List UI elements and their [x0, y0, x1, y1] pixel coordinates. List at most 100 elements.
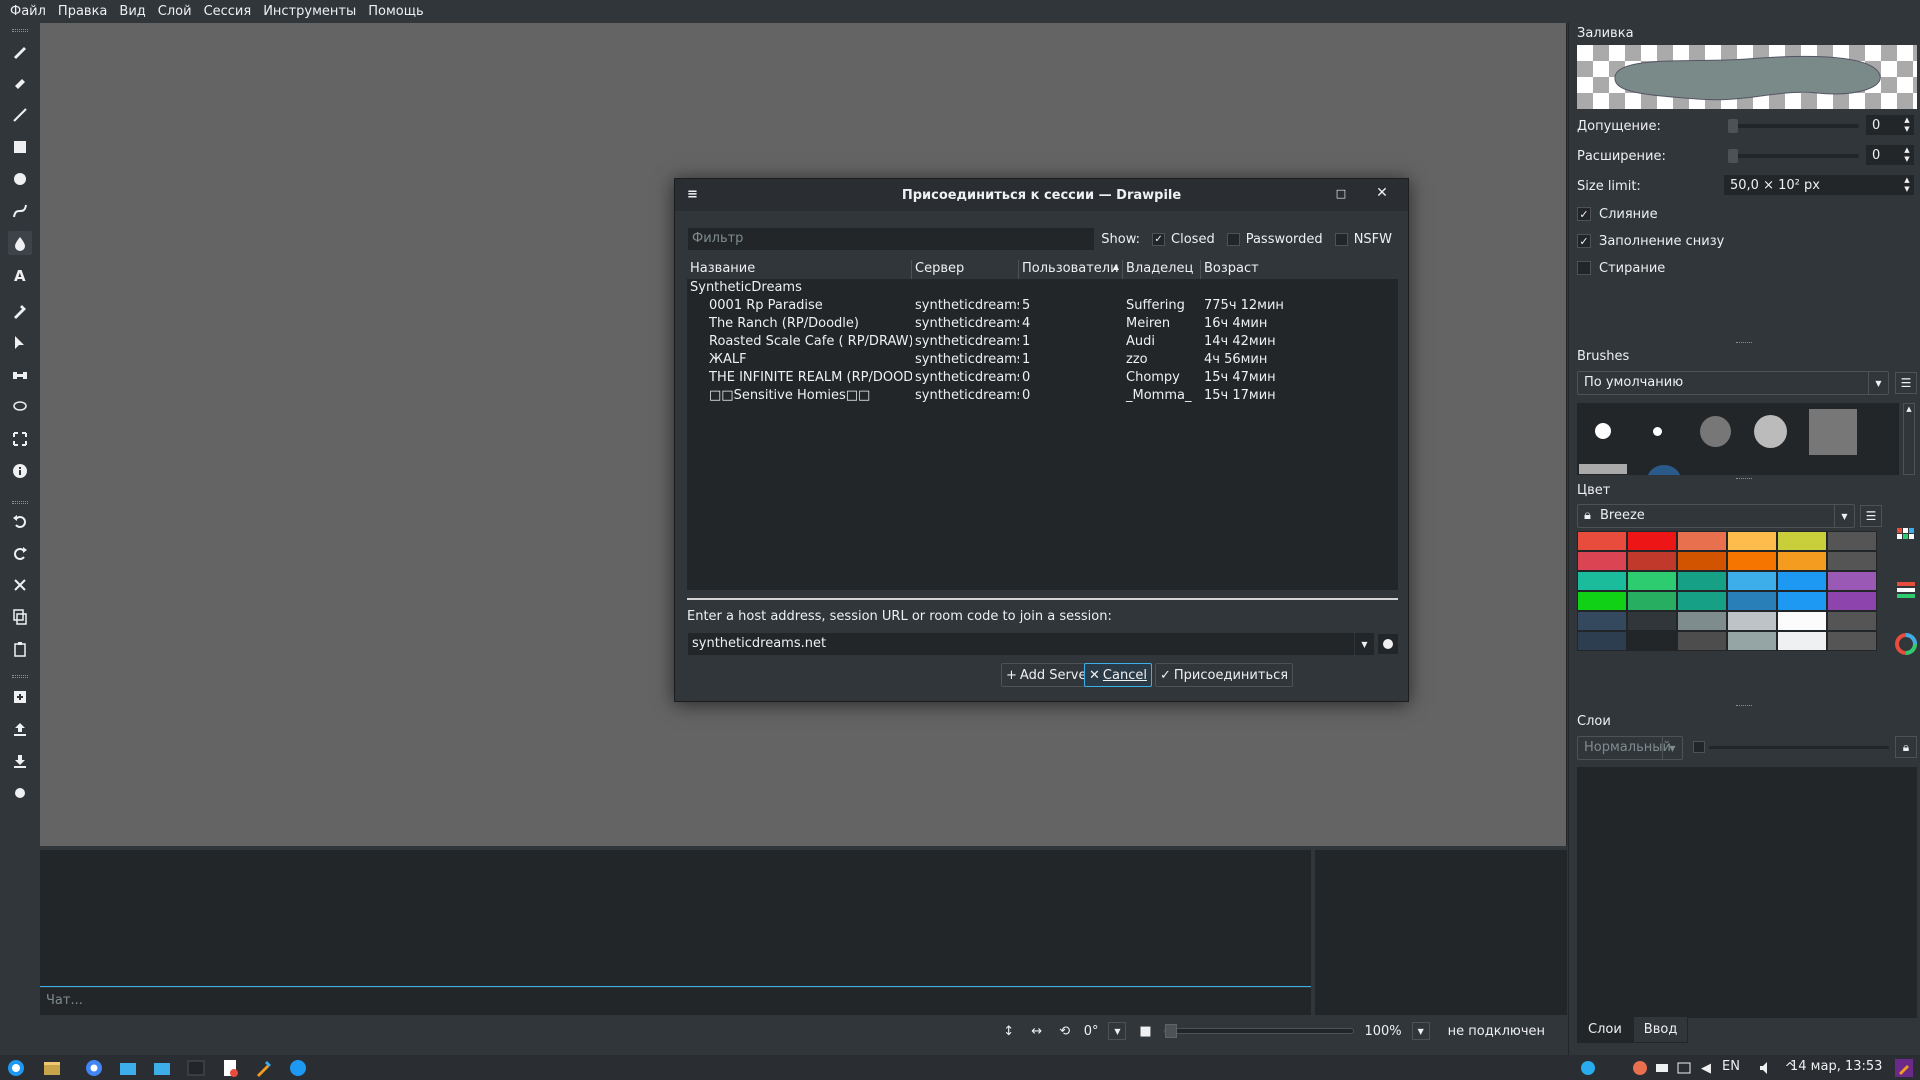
color-swatch[interactable] [1677, 551, 1727, 571]
telegram-icon[interactable] [1578, 1058, 1598, 1078]
color-swatch[interactable] [1577, 571, 1627, 591]
window-menu-icon[interactable]: ≡ [687, 187, 698, 202]
filter-input[interactable]: Фильтр [687, 227, 1095, 251]
color-swatch[interactable] [1627, 591, 1677, 611]
color-swatch[interactable] [1677, 611, 1727, 631]
color-swatch[interactable] [1727, 531, 1777, 551]
color-swatch[interactable] [1777, 611, 1827, 631]
palette-combo[interactable]: 🔒︎ Breeze ▼ [1577, 504, 1855, 528]
tab-layers[interactable]: Слои [1577, 1016, 1633, 1043]
swatch-grid-icon[interactable] [1895, 526, 1917, 548]
color-swatch[interactable] [1577, 591, 1627, 611]
menu-session[interactable]: Сессия [198, 0, 258, 23]
color-swatch[interactable] [1777, 571, 1827, 591]
rotation-value[interactable]: 0° [1084, 1024, 1099, 1039]
color-swatch[interactable] [1727, 591, 1777, 611]
dialog-titlebar[interactable]: ≡ Присоединиться к сессии — Drawpile □ ✕ [675, 179, 1408, 211]
tray-app-icon[interactable] [1674, 1058, 1694, 1078]
flip-horizontal-icon[interactable]: ↔ [1028, 1022, 1046, 1040]
color-swatch[interactable] [1827, 531, 1877, 551]
column-owner[interactable]: Владелец [1123, 260, 1201, 279]
menu-help[interactable]: Помощь [362, 0, 429, 23]
brush-preset[interactable] [1579, 464, 1627, 474]
file-manager-icon[interactable] [42, 1058, 62, 1078]
fill-under-checkbox-row[interactable]: ✓ Заполнение снизу [1577, 230, 1724, 252]
menu-edit[interactable]: Правка [52, 0, 113, 23]
table-row[interactable]: THE INFINITE REALM (RP/DOODLE 16+)synthe… [687, 369, 1398, 387]
add-server-button[interactable]: + Add Server [1001, 663, 1097, 687]
brush-preset[interactable] [1754, 415, 1787, 448]
tray-expand-icon[interactable]: ◀ [1696, 1058, 1716, 1078]
table-row[interactable]: Roasted Scale Cafe ( RP/DRAW) syntheticdr… [687, 333, 1398, 351]
folder-icon[interactable] [118, 1058, 138, 1078]
brush-menu-icon[interactable]: ☰ [1895, 372, 1917, 394]
erase-checkbox[interactable] [1577, 261, 1591, 275]
chevron-down-icon[interactable]: ▼ [1354, 633, 1374, 655]
color-swatch[interactable] [1827, 591, 1877, 611]
select-tool-icon[interactable] [8, 331, 32, 355]
rectangle-tool-icon[interactable] [8, 135, 32, 159]
color-sliders-icon[interactable] [1895, 579, 1917, 601]
color-swatch[interactable] [1777, 551, 1827, 571]
cut-icon[interactable] [8, 573, 32, 597]
tolerance-spinbox[interactable]: 0 ▲ ▼ [1865, 114, 1915, 136]
toolbar-grip[interactable] [12, 501, 28, 504]
color-swatch[interactable] [1627, 631, 1677, 651]
zoom-reset-icon[interactable]: ■ [1136, 1022, 1154, 1040]
copy-icon[interactable] [8, 605, 32, 629]
join-button[interactable]: ✓ Присоединиться [1155, 663, 1294, 687]
table-row[interactable]: 0001 Rp Paradise syntheticdreams.net5 Suff… [687, 297, 1398, 315]
opacity-slider-knob[interactable] [1693, 741, 1705, 753]
lasso-tool-icon[interactable] [8, 395, 32, 419]
passworded-checkbox[interactable] [1226, 232, 1240, 246]
undo-icon[interactable] [8, 509, 32, 533]
color-swatch[interactable] [1627, 531, 1677, 551]
color-swatch[interactable] [1577, 551, 1627, 571]
layers-list[interactable] [1577, 767, 1917, 1018]
color-swatch[interactable] [1577, 611, 1627, 631]
record-icon[interactable] [8, 781, 32, 805]
color-swatch[interactable] [1577, 631, 1627, 651]
opacity-slider[interactable] [1709, 746, 1889, 749]
new-document-icon[interactable] [8, 685, 32, 709]
table-row[interactable]: The Ranch (RP/Doodle) syntheticdreams.net… [687, 315, 1398, 333]
color-swatch[interactable] [1677, 571, 1727, 591]
color-swatch[interactable] [1827, 611, 1877, 631]
brush-preset[interactable] [1595, 423, 1611, 439]
menu-view[interactable]: Вид [113, 0, 151, 23]
folder-icon[interactable] [152, 1058, 172, 1078]
flip-vertical-icon[interactable]: ↕ [1000, 1022, 1018, 1040]
rotation-dropdown-icon[interactable]: ▼ [1108, 1022, 1127, 1040]
clock[interactable]: 14 мар, 13:53 [1790, 1059, 1882, 1074]
toolbar-grip[interactable] [12, 29, 28, 32]
keyboard-layout[interactable]: EN [1722, 1059, 1740, 1074]
dock-splitter[interactable] [1736, 342, 1752, 344]
color-swatch[interactable] [1677, 591, 1727, 611]
rotate-icon[interactable]: ⟲ [1056, 1022, 1074, 1040]
brushes-scrollbar[interactable]: ▲ [1903, 403, 1915, 475]
drawpile-tray-icon[interactable] [1894, 1058, 1914, 1078]
server-group-row[interactable]: SyntheticDreams [687, 279, 1398, 297]
color-swatch[interactable] [1827, 571, 1877, 591]
brush-preset[interactable] [1809, 409, 1857, 455]
color-swatch[interactable] [1777, 631, 1827, 651]
zoom-dropdown-icon[interactable]: ▼ [1411, 1022, 1430, 1040]
toolbar-grip[interactable] [12, 675, 28, 678]
bezier-tool-icon[interactable] [8, 199, 32, 223]
messenger-icon[interactable] [288, 1058, 308, 1078]
browser-icon[interactable] [84, 1058, 104, 1078]
palette-menu-icon[interactable]: ☰ [1860, 505, 1882, 527]
close-icon[interactable]: ✕ [1374, 185, 1390, 201]
brush-preset-combo[interactable]: По умолчанию ▼ [1577, 371, 1889, 395]
terminal-icon[interactable] [186, 1058, 206, 1078]
chat-input[interactable]: Чат... [40, 988, 1311, 1015]
expand-spinbox[interactable]: 0 ▲ ▼ [1865, 144, 1915, 166]
color-swatch[interactable] [1627, 551, 1677, 571]
color-swatch[interactable] [1577, 531, 1627, 551]
menu-layer[interactable]: Слой [152, 0, 198, 23]
upload-icon[interactable] [8, 717, 32, 741]
transform-tool-icon[interactable] [8, 427, 32, 451]
tray-app-icon[interactable] [1630, 1058, 1650, 1078]
table-row[interactable]: □□Sensitive Homies□□ syntheticdreams.net0… [687, 387, 1398, 405]
color-swatch[interactable] [1727, 551, 1777, 571]
